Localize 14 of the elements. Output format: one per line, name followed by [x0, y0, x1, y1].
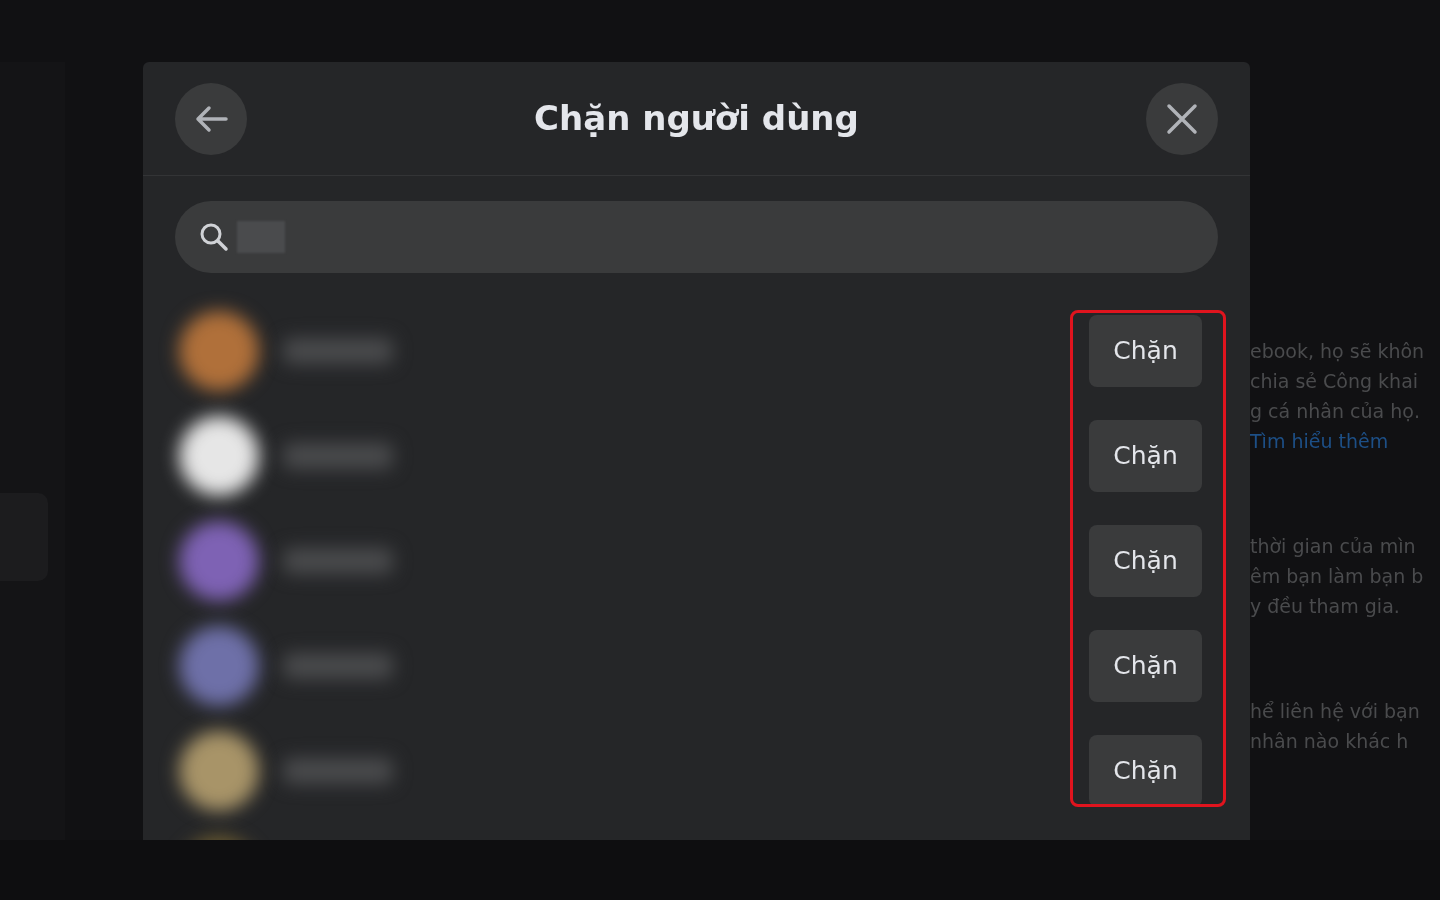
dialog-title: Chặn người dùng	[534, 97, 859, 140]
block-button[interactable]: Chặn	[1089, 734, 1202, 807]
text-line: hể liên hệ với bạn	[1250, 699, 1421, 724]
text-line: nhân nào khác h	[1250, 729, 1410, 754]
block-button[interactable]: Chặn	[1089, 629, 1202, 702]
text-line: êm bạn làm bạn b	[1250, 564, 1425, 589]
text-line: thời gian của mìn	[1250, 534, 1417, 559]
text-line: ebook, họ sẽ khôn	[1250, 339, 1426, 364]
block-button[interactable]: Chặn	[1089, 314, 1202, 387]
text-line: y đều tham gia.	[1250, 594, 1401, 619]
text-line: chia sẻ Công khai	[1250, 369, 1420, 394]
block-button[interactable]: Chặn	[1089, 419, 1202, 492]
text-line: g cá nhân của họ.	[1250, 399, 1421, 424]
block-button[interactable]: Chặn	[1089, 524, 1202, 597]
